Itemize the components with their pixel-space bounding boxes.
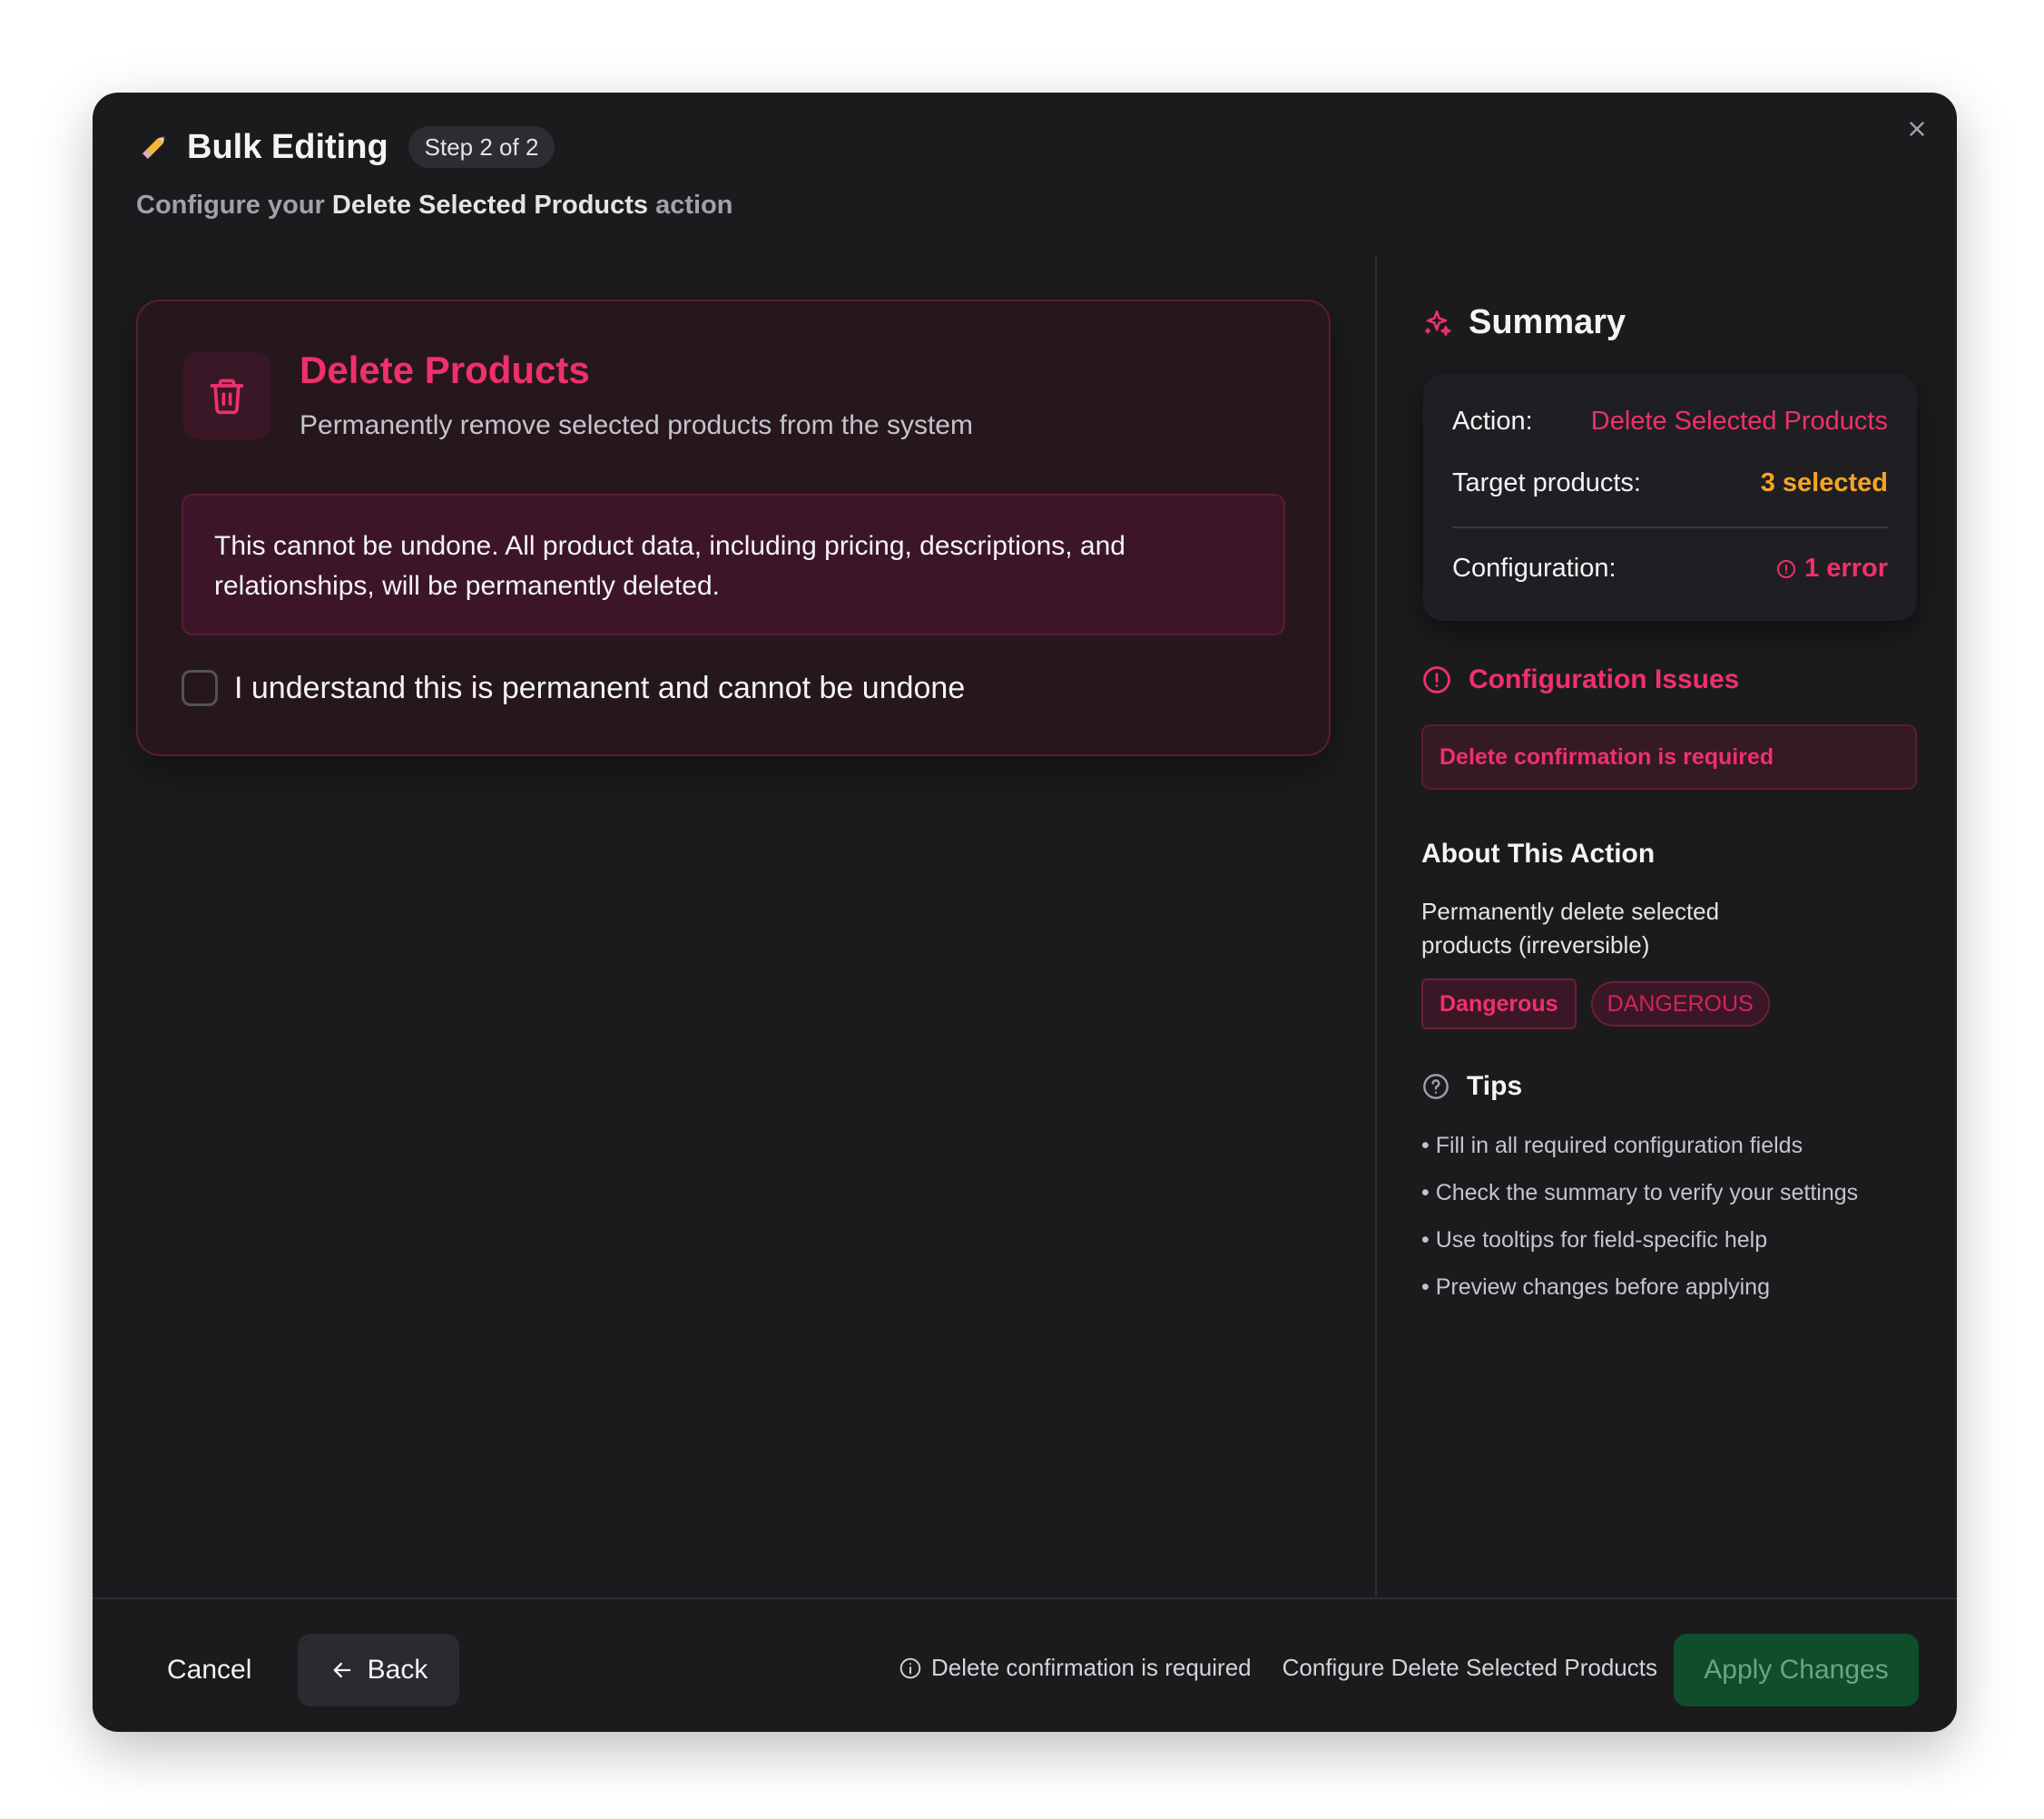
back-button[interactable]: Back <box>298 1634 459 1706</box>
summary-row-action: Action: Delete Selected Products <box>1452 407 1888 437</box>
summary-row-config: Configuration: 1 error <box>1452 554 1888 584</box>
info-icon <box>899 1657 921 1678</box>
sparkles-icon <box>1425 310 1451 336</box>
summary-action-value: Delete Selected Products <box>1590 407 1888 436</box>
pencil-icon <box>136 129 172 165</box>
summary-target-key: Target products: <box>1452 468 1641 497</box>
summary-target-value: 3 selected <box>1760 468 1888 497</box>
subtitle-prefix: Configure your <box>136 191 325 220</box>
tip-item: • Preview changes before applying <box>1421 1274 1770 1300</box>
apply-changes-button[interactable]: Apply Changes <box>1674 1634 1919 1706</box>
footer-status-action: Configure Delete Selected Products <box>1282 1654 1657 1681</box>
summary-separator <box>1452 526 1888 528</box>
issues-header: Configuration Issues <box>1421 664 1739 695</box>
step-indicator: Step 2 of 2 <box>408 126 555 168</box>
tips-list: • Fill in all required configuration fie… <box>1421 1127 1858 1316</box>
subtitle-action: Delete Selected Products <box>331 191 649 220</box>
delete-products-card: Delete Products Permanently remove selec… <box>136 300 1331 756</box>
summary-action-key: Action: <box>1452 407 1533 436</box>
arrow-left-icon <box>333 1662 350 1678</box>
back-label: Back <box>367 1655 428 1685</box>
close-icon <box>1910 122 1924 136</box>
tips-title: Tips <box>1467 1071 1523 1101</box>
irreversible-warning: This cannot be undone. All product data,… <box>182 494 1285 635</box>
issue-item: Delete confirmation is required <box>1421 724 1917 790</box>
close-button[interactable] <box>1901 113 1933 145</box>
danger-badge: Dangerous <box>1421 978 1577 1029</box>
issues-title: Configuration Issues <box>1469 664 1740 694</box>
modal-title: Bulk Editing <box>187 127 388 166</box>
danger-level-badge: DANGEROUS <box>1590 981 1770 1027</box>
trash-icon <box>210 379 244 415</box>
tip-item: • Use tooltips for field-specific help <box>1421 1227 1768 1253</box>
alert-circle-icon <box>1423 666 1450 693</box>
tip-item: • Check the summary to verify your setti… <box>1421 1180 1859 1205</box>
confirm-label[interactable]: I understand this is permanent and canno… <box>234 671 965 706</box>
modal-header: Bulk Editing Step 2 of 2 <box>136 122 555 172</box>
summary-box: Action: Delete Selected Products Target … <box>1423 374 1917 621</box>
about-badges: Dangerous DANGEROUS <box>1421 978 1770 1029</box>
footer-status: Delete confirmation is required Configur… <box>899 1654 1657 1682</box>
confirm-checkbox-row[interactable]: I understand this is permanent and canno… <box>182 670 965 706</box>
alert-circle-icon <box>1777 559 1796 578</box>
subtitle-suffix: action <box>655 191 733 220</box>
tip-item: • Fill in all required configuration fie… <box>1421 1133 1803 1158</box>
about-description: Permanently delete selected products (ir… <box>1421 898 1720 959</box>
summary-row-target: Target products: 3 selected <box>1452 468 1888 498</box>
about-title: About This Action <box>1421 839 1656 869</box>
summary-config-key: Configuration: <box>1452 554 1617 583</box>
summary-config-status: 1 error <box>1775 554 1888 584</box>
card-icon-box <box>183 352 270 439</box>
panel-divider <box>1375 256 1377 1598</box>
tips-header: Tips <box>1421 1071 1522 1102</box>
card-description: Permanently remove selected products fro… <box>300 410 973 440</box>
card-title: Delete Products <box>300 349 590 391</box>
summary-header: Summary <box>1421 303 1626 342</box>
confirm-checkbox[interactable] <box>182 670 218 706</box>
summary-title: Summary <box>1469 303 1626 341</box>
cancel-button[interactable]: Cancel <box>145 1634 273 1706</box>
modal-subtitle: Configure your Delete Selected Products … <box>136 191 733 221</box>
help-circle-icon <box>1423 1074 1449 1099</box>
footer-divider <box>93 1598 1957 1599</box>
footer-status-error: Delete confirmation is required <box>931 1654 1252 1681</box>
summary-config-value: 1 error <box>1804 554 1888 583</box>
